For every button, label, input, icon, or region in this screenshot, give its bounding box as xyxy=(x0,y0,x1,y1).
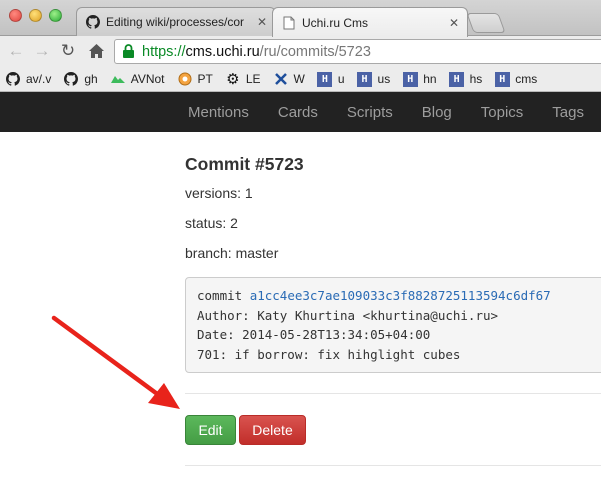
commit-message: 701: if borrow: fix hihglight cubes xyxy=(197,346,461,362)
commit-versions: versions: 1 xyxy=(185,185,253,201)
bookmark-hs[interactable]: H hs xyxy=(449,71,483,87)
annotation-arrow-icon xyxy=(51,315,180,409)
divider xyxy=(185,393,601,394)
nav-tags[interactable]: Tags xyxy=(552,104,584,121)
bookmark-pt[interactable]: PT xyxy=(177,71,213,87)
cloud-icon xyxy=(110,71,126,87)
github-icon xyxy=(5,71,21,87)
nav-topics[interactable]: Topics xyxy=(481,104,524,121)
nav-mentions[interactable]: Mentions xyxy=(188,104,249,121)
nav-cards[interactable]: Cards xyxy=(278,104,318,121)
h-icon: H xyxy=(449,71,465,87)
bookmarks-bar: av/.v gh AVNot PT ⚙ LE W H u H us H hn H… xyxy=(0,67,601,92)
minimize-window-button[interactable] xyxy=(29,9,42,22)
bookmark-label: LE xyxy=(245,72,261,86)
github-icon xyxy=(85,15,100,30)
close-tab-icon[interactable]: ✕ xyxy=(257,15,267,29)
commit-hash-link[interactable]: a1cc4ee3c7ae109033c3f8828725113594c6df67 xyxy=(250,288,551,303)
new-tab-button[interactable] xyxy=(466,13,506,33)
delete-button[interactable]: Delete xyxy=(239,415,306,445)
bookmark-label: gh xyxy=(84,72,98,86)
bookmark-label: PT xyxy=(197,72,213,86)
tab-title: Editing wiki/processes/cor xyxy=(106,15,245,29)
tab-strip: Editing wiki/processes/cor ✕ Uchi.ru Cms… xyxy=(0,0,601,37)
divider xyxy=(185,465,601,466)
tab-editing-wiki[interactable]: Editing wiki/processes/cor ✕ xyxy=(76,7,276,36)
commit-prefix: commit xyxy=(197,288,250,303)
lock-icon xyxy=(122,43,136,60)
bookmark-w[interactable]: W xyxy=(273,71,305,87)
h-icon: H xyxy=(357,71,373,87)
back-icon[interactable]: ← xyxy=(6,41,26,61)
nav-blog[interactable]: Blog xyxy=(422,104,452,121)
page-icon xyxy=(281,15,296,30)
github-icon xyxy=(63,71,79,87)
bookmark-label: av/.v xyxy=(26,72,52,86)
site-navbar: Mentions Cards Scripts Blog Topics Tags xyxy=(0,92,601,132)
bookmark-label: hn xyxy=(423,72,437,86)
bookmark-le[interactable]: ⚙ LE xyxy=(225,71,261,88)
tools-icon xyxy=(273,71,289,87)
nav-links: Mentions Cards Scripts Blog Topics Tags xyxy=(188,92,601,132)
tab-title: Uchi.ru Cms xyxy=(302,15,369,30)
pt-icon xyxy=(177,71,193,87)
h-icon: H xyxy=(402,71,418,87)
bookmark-label: hs xyxy=(469,72,483,86)
bookmark-us[interactable]: H us xyxy=(357,71,391,87)
address-bar[interactable]: https://cms.uchi.ru/ru/commits/5723 xyxy=(114,39,601,64)
bookmark-av[interactable]: av/.v xyxy=(5,71,51,87)
bookmark-cms[interactable]: H cms xyxy=(494,71,537,87)
url-path: /ru/commits/5723 xyxy=(259,43,371,60)
h-icon: H xyxy=(317,71,333,87)
tab-uchi-cms[interactable]: Uchi.ru Cms ✕ xyxy=(272,7,468,37)
nav-scripts[interactable]: Scripts xyxy=(347,104,393,121)
close-tab-icon[interactable]: ✕ xyxy=(449,16,459,30)
commit-branch: branch: master xyxy=(185,245,279,261)
url-host: cms.uchi.ru xyxy=(185,43,260,60)
h-icon: H xyxy=(494,71,510,87)
commit-details: commit a1cc4ee3c7ae109033c3f882872511359… xyxy=(185,277,601,373)
zoom-window-button[interactable] xyxy=(49,9,62,22)
edit-button[interactable]: Edit xyxy=(185,415,236,445)
bookmark-u[interactable]: H u xyxy=(317,71,345,87)
bookmark-label: W xyxy=(293,72,305,86)
bookmark-label: AVNot xyxy=(130,72,165,86)
gear-icon: ⚙ xyxy=(226,71,240,88)
reload-icon[interactable]: ↻ xyxy=(58,41,78,61)
bookmark-hn[interactable]: H hn xyxy=(402,71,437,87)
commit-date: Date: 2014-05-28T13:34:05+04:00 xyxy=(197,327,431,342)
bookmark-label: u xyxy=(337,72,345,86)
page-title: Commit #5723 xyxy=(185,154,304,174)
url-scheme: https:// xyxy=(142,43,186,60)
bookmark-label: us xyxy=(377,72,391,86)
commit-author: Author: Katy Khurtina <khurtina@uchi.ru> xyxy=(197,307,499,323)
commit-status: status: 2 xyxy=(185,215,238,231)
home-icon[interactable] xyxy=(86,41,106,64)
browser-toolbar: ← → ↻ https://cms.uchi.ru/ru/commits/572… xyxy=(0,36,601,67)
close-window-button[interactable] xyxy=(9,9,22,22)
bookmark-label: cms xyxy=(515,72,538,86)
bookmark-avnot[interactable]: AVNot xyxy=(110,71,165,87)
forward-icon[interactable]: → xyxy=(32,41,52,61)
bookmark-gh[interactable]: gh xyxy=(63,71,98,87)
